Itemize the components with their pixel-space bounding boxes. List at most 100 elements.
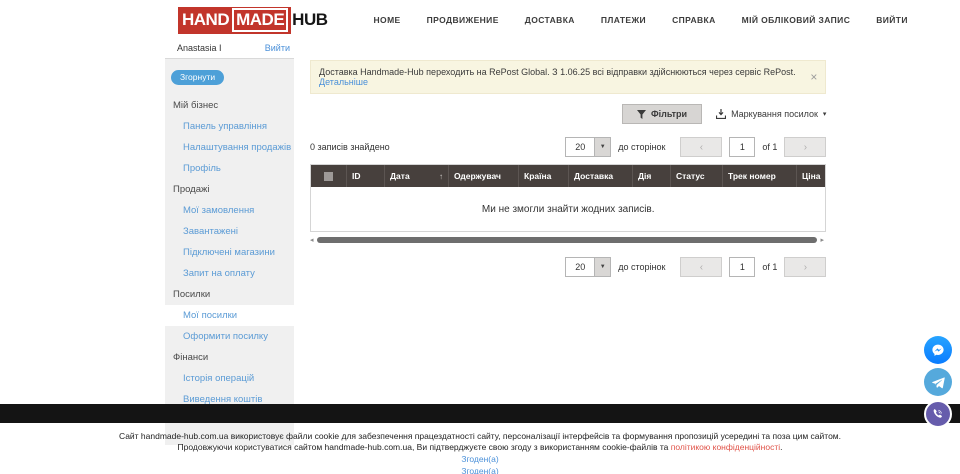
column-date-label: Дата xyxy=(390,171,410,181)
column-country[interactable]: Країна xyxy=(519,165,569,187)
page-number-input[interactable] xyxy=(729,137,755,157)
close-icon[interactable]: × xyxy=(810,71,817,83)
cookie-line2-suffix: . xyxy=(780,442,782,452)
column-price[interactable]: Ціна xyxy=(797,165,825,187)
filters-button-label: Фільтри xyxy=(651,109,687,119)
sidebar-item-my-parcels[interactable]: Мої посилки xyxy=(165,305,294,326)
privacy-policy-link[interactable]: політикою конфіденційності xyxy=(671,442,780,452)
sidebar-section-finance: Фінанси xyxy=(165,347,294,368)
sidebar-item-sales-settings[interactable]: Налаштування продажів xyxy=(165,137,294,158)
telegram-icon[interactable] xyxy=(924,368,952,396)
table-header-row: ID Дата ↑ Одержувач Країна Доставка Дія С… xyxy=(311,165,825,187)
sidebar-item-create-parcel[interactable]: Оформити посилку xyxy=(165,326,294,347)
download-tray-icon xyxy=(716,109,726,119)
nav-promotion[interactable]: ПРОДВИЖЕНИЕ xyxy=(427,15,499,25)
top-bar: HANDMADE HUB HOME ПРОДВИЖЕНИЕ ДОСТАВКА П… xyxy=(0,0,960,40)
sidebar-item-dashboard[interactable]: Панель управління xyxy=(165,116,294,137)
site-logo[interactable]: HANDMADE HUB xyxy=(178,7,328,34)
sidebar-item-connected-stores[interactable]: Підключені магазини xyxy=(165,242,294,263)
nav-delivery[interactable]: ДОСТАВКА xyxy=(525,15,575,25)
scrollbar-track[interactable] xyxy=(317,237,819,243)
messenger-icon[interactable] xyxy=(924,336,952,364)
empty-message: Ми не змогли знайти жодних записів. xyxy=(482,204,655,215)
sidebar: Anastasia I Вийти Згорнути Мій бізнес Па… xyxy=(165,40,294,445)
per-page-label-bottom: до сторінок xyxy=(618,262,665,272)
logo-made: MADE xyxy=(232,8,288,32)
page-size-value-bottom: 20 xyxy=(566,258,594,276)
sidebar-item-uploaded[interactable]: Завантажені xyxy=(165,221,294,242)
column-track-number[interactable]: Трек номер xyxy=(723,165,797,187)
sidebar-section-parcels: Посилки xyxy=(165,284,294,305)
horizontal-scrollbar: ◂ ▸ xyxy=(310,236,826,244)
parcel-marking-button[interactable]: Маркування посилок ▾ xyxy=(716,109,826,119)
notification-banner: Доставка Handmade-Hub переходить на RePo… xyxy=(310,60,826,94)
parcels-table: ID Дата ↑ Одержувач Країна Доставка Дія С… xyxy=(310,164,826,232)
pagination-controls-bottom: 20 ▼ до сторінок ‹ of 1 › xyxy=(565,257,826,277)
agree-link-2[interactable]: Згоден(а) xyxy=(0,466,960,474)
pagination-top: 0 записів знайдено 20 ▼ до сторінок ‹ of… xyxy=(310,136,826,158)
column-delivery[interactable]: Доставка xyxy=(569,165,633,187)
page-size-select[interactable]: 20 ▼ xyxy=(565,137,611,157)
funnel-icon xyxy=(637,110,646,119)
cookie-text-line2: Продовжуючи користуватися сайтом handmad… xyxy=(0,442,960,453)
pagination-controls: 20 ▼ до сторінок ‹ of 1 › xyxy=(565,137,826,157)
viber-icon[interactable] xyxy=(924,400,952,428)
scroll-right-icon[interactable]: ▸ xyxy=(820,237,826,244)
column-status[interactable]: Статус xyxy=(671,165,723,187)
select-all-cell xyxy=(311,165,347,187)
sidebar-item-my-orders[interactable]: Мої замовлення xyxy=(165,200,294,221)
nav-home[interactable]: HOME xyxy=(374,15,401,25)
page-size-select-bottom[interactable]: 20 ▼ xyxy=(565,257,611,277)
parcel-marking-label: Маркування посилок xyxy=(731,109,818,119)
floating-contact-icons xyxy=(924,336,952,428)
sidebar-panel: Згорнути Мій бізнес Панель управління На… xyxy=(165,59,294,445)
prev-page-button-bottom[interactable]: ‹ xyxy=(680,257,722,277)
content-area: Anastasia I Вийти Згорнути Мій бізнес Па… xyxy=(165,40,797,445)
banner-text: Доставка Handmade-Hub переходить на RePo… xyxy=(319,67,800,87)
next-page-button-bottom[interactable]: › xyxy=(784,257,826,277)
page-size-caret-icon-bottom[interactable]: ▼ xyxy=(594,258,610,276)
scroll-left-icon[interactable]: ◂ xyxy=(310,237,316,244)
logo-hand: HAND xyxy=(182,10,229,30)
user-logout-link[interactable]: Вийти xyxy=(265,43,290,53)
scrollbar-thumb[interactable] xyxy=(317,237,817,243)
footer: Сайт handmade-hub.com.ua використовує фа… xyxy=(0,431,960,474)
nav-logout[interactable]: ВИЙТИ xyxy=(876,15,908,25)
sidebar-item-profile[interactable]: Профіль xyxy=(165,158,294,179)
column-recipient[interactable]: Одержувач xyxy=(449,165,519,187)
logo-red-box: HANDMADE xyxy=(178,7,291,34)
page-size-value: 20 xyxy=(566,138,594,156)
top-navigation: HOME ПРОДВИЖЕНИЕ ДОСТАВКА ПЛАТЕЖИ СПРАВК… xyxy=(374,15,908,25)
cookie-line2-prefix: Продовжуючи користуватися сайтом handmad… xyxy=(178,442,671,452)
toolbar: Фільтри Маркування посилок ▾ xyxy=(310,104,826,124)
column-date[interactable]: Дата ↑ xyxy=(385,165,449,187)
footer-black-band xyxy=(0,404,960,423)
main-panel: Доставка Handmade-Hub переходить на RePo… xyxy=(310,40,826,445)
prev-page-button[interactable]: ‹ xyxy=(680,137,722,157)
banner-details-link[interactable]: Детальніше xyxy=(319,77,368,87)
collapse-button[interactable]: Згорнути xyxy=(171,70,224,85)
nav-help[interactable]: СПРАВКА xyxy=(672,15,716,25)
records-count: 0 записів знайдено xyxy=(310,142,565,152)
next-page-button[interactable]: › xyxy=(784,137,826,157)
agree-link-1[interactable]: Згоден(а) xyxy=(0,454,960,464)
sort-asc-icon[interactable]: ↑ xyxy=(439,172,443,181)
user-name: Anastasia I xyxy=(177,43,222,53)
page-number-input-bottom[interactable] xyxy=(729,257,755,277)
per-page-label: до сторінок xyxy=(618,142,665,152)
sidebar-section-my-business: Мій бізнес xyxy=(165,95,294,116)
column-action[interactable]: Дія xyxy=(633,165,671,187)
sidebar-item-transaction-history[interactable]: Історія операцій xyxy=(165,368,294,389)
page-size-caret-icon[interactable]: ▼ xyxy=(594,138,610,156)
user-row: Anastasia I Вийти xyxy=(165,40,294,59)
sidebar-item-payment-request[interactable]: Запит на оплату xyxy=(165,263,294,284)
cookie-text-line1: Сайт handmade-hub.com.ua використовує фа… xyxy=(0,431,960,442)
sidebar-section-sales: Продажі xyxy=(165,179,294,200)
column-id[interactable]: ID xyxy=(347,165,385,187)
filters-button[interactable]: Фільтри xyxy=(622,104,702,124)
nav-payments[interactable]: ПЛАТЕЖИ xyxy=(601,15,646,25)
select-all-checkbox[interactable] xyxy=(324,172,333,181)
nav-my-account[interactable]: МІЙ ОБЛІКОВИЙ ЗАПИС xyxy=(742,15,851,25)
page-of-label: of 1 xyxy=(762,142,777,152)
chevron-down-icon: ▾ xyxy=(823,110,827,118)
